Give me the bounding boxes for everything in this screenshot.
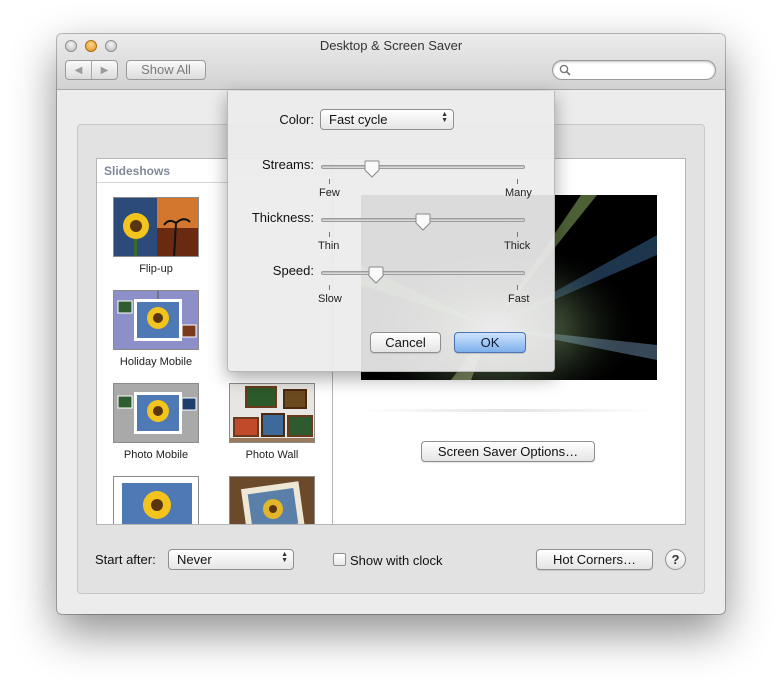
- thickness-min-label: Thin: [318, 240, 340, 252]
- chevron-left-icon: ◀: [74, 64, 83, 76]
- streams-max-label: Many: [505, 187, 532, 199]
- thickness-slider-knob[interactable]: [414, 213, 432, 231]
- ok-button[interactable]: OK: [454, 332, 526, 353]
- speed-max-label: Fast: [508, 293, 530, 305]
- preview-reflection: [361, 409, 657, 412]
- speed-min-tick: [329, 285, 330, 290]
- flip-up-thumbnail[interactable]: [113, 197, 199, 257]
- screen-saver-options-sheet: Color: Fast cycle ▲ ▼ Streams: Few Many T…: [227, 91, 555, 372]
- speed-slider-knob[interactable]: [367, 266, 385, 284]
- hot-corners-button[interactable]: Hot Corners…: [536, 549, 653, 570]
- speed-min-label: Slow: [318, 293, 342, 305]
- thickness-max-tick: [517, 232, 518, 237]
- forward-button[interactable]: ▶: [91, 61, 117, 79]
- thickness-label: Thickness:: [251, 210, 314, 225]
- search-input[interactable]: [552, 60, 716, 80]
- vintage-prints-thumbnail[interactable]: [229, 476, 315, 524]
- help-button[interactable]: ?: [665, 549, 686, 570]
- thickness-min-tick: [329, 232, 330, 237]
- screen-saver-options-button[interactable]: Screen Saver Options…: [421, 441, 595, 462]
- up-down-arrows-icon: ▲ ▼: [441, 111, 448, 124]
- start-after-value: Never: [177, 552, 212, 567]
- speed-slider[interactable]: [321, 271, 525, 275]
- holiday-mobile-thumbnail[interactable]: [113, 290, 199, 350]
- streams-max-tick: [517, 179, 518, 184]
- list-item-label: Holiday Mobile: [119, 356, 193, 368]
- color-select[interactable]: Fast cycle ▲ ▼: [320, 109, 454, 130]
- show-with-clock-checkbox[interactable]: [333, 553, 346, 566]
- speed-max-tick: [517, 285, 518, 290]
- show-all-button[interactable]: Show All: [126, 60, 206, 80]
- chevron-right-icon: ▶: [100, 64, 109, 76]
- back-button[interactable]: ◀: [66, 61, 91, 79]
- photo-wall-thumbnail[interactable]: [229, 383, 315, 443]
- up-down-arrows-icon: ▲ ▼: [281, 551, 288, 564]
- streams-slider-knob[interactable]: [363, 160, 381, 178]
- color-label: Color:: [279, 112, 314, 127]
- list-item-label: Photo Wall: [245, 449, 299, 461]
- streams-min-label: Few: [319, 187, 340, 199]
- photo-mobile-thumbnail[interactable]: [113, 383, 199, 443]
- streams-min-tick: [329, 179, 330, 184]
- list-item-label: Flip-up: [139, 263, 173, 275]
- thickness-max-label: Thick: [504, 240, 531, 252]
- start-after-label: Start after:: [95, 552, 156, 567]
- streams-label: Streams:: [261, 157, 314, 172]
- streams-slider[interactable]: [321, 165, 525, 169]
- title-bar[interactable]: Desktop & Screen Saver ◀ ▶ Show All: [57, 34, 725, 90]
- speed-label: Speed:: [272, 263, 314, 278]
- window-title: Desktop & Screen Saver: [319, 38, 463, 53]
- list-item-label: Photo Mobile: [123, 449, 189, 461]
- cancel-button[interactable]: Cancel: [370, 332, 441, 353]
- sunflower-thumbnail[interactable]: [113, 476, 199, 524]
- navigation-buttons: ◀ ▶: [65, 60, 118, 80]
- color-value: Fast cycle: [329, 112, 388, 127]
- start-after-select[interactable]: Never ▲ ▼: [168, 549, 294, 570]
- show-with-clock-label[interactable]: Show with clock: [350, 553, 442, 568]
